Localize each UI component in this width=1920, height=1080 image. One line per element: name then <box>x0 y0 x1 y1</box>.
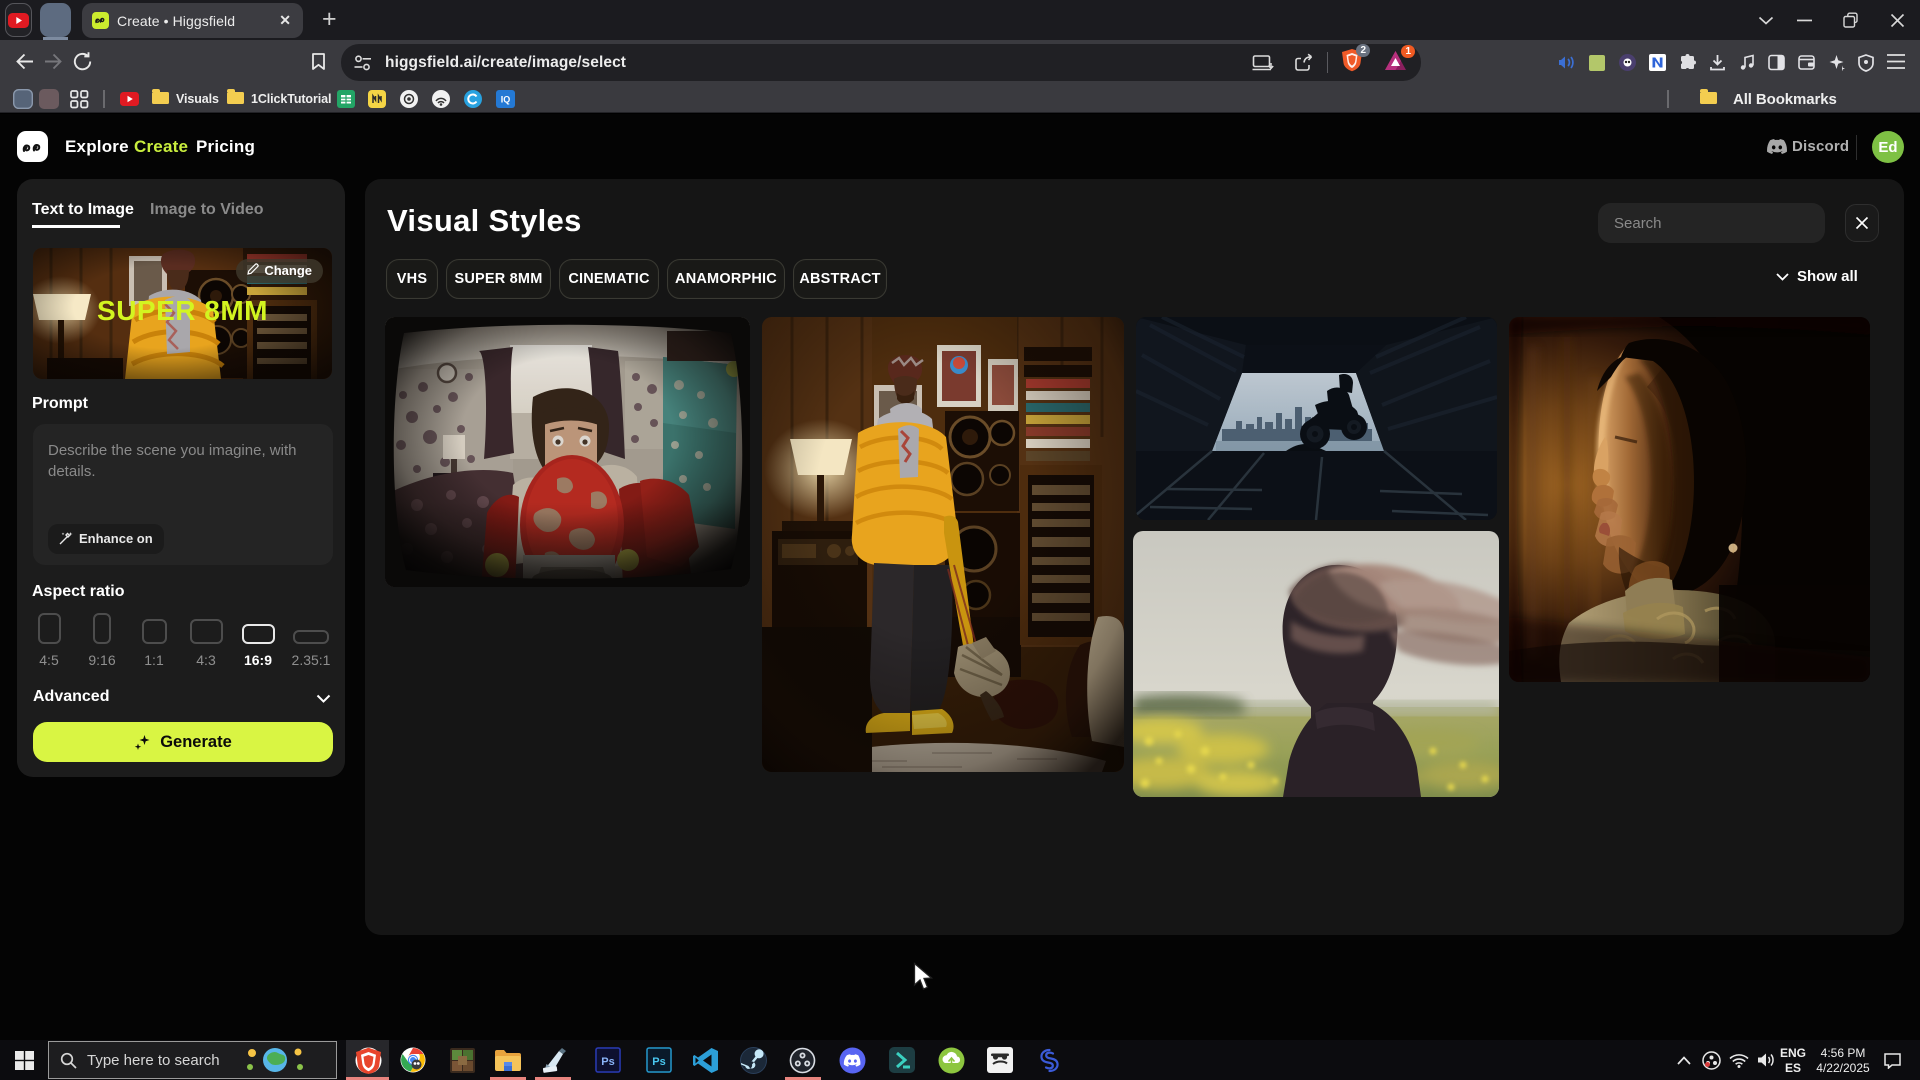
svg-text:Ps: Ps <box>601 1056 614 1068</box>
svg-text:IQ: IQ <box>501 95 511 105</box>
svg-text:Ps: Ps <box>652 1056 665 1068</box>
